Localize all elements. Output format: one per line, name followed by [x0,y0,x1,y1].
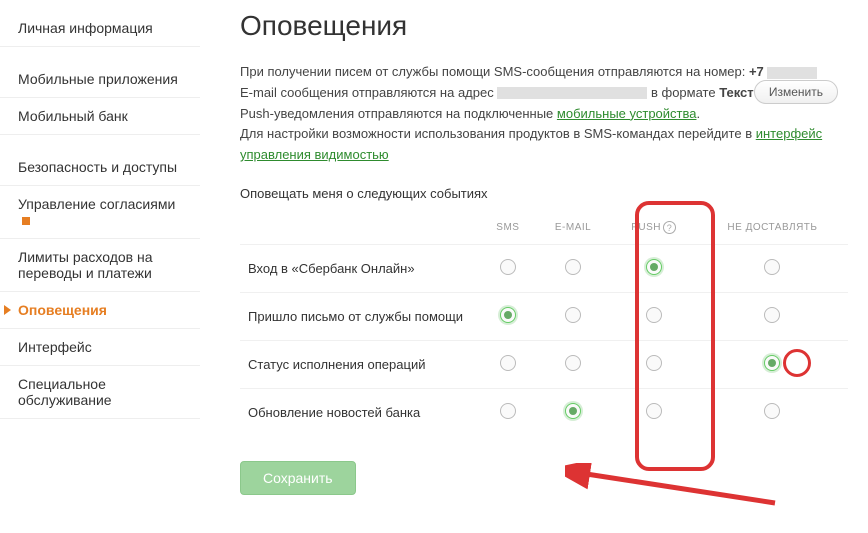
masked-phone [767,67,817,79]
sidebar-label: Управление согласиями [18,196,175,212]
info-text: E-mail сообщения отправляются на адрес [240,85,494,100]
arrow-annotation [565,463,785,513]
table-row: Обновление новостей банка [240,388,848,436]
main-content: Оповещения При получении писем от службы… [200,0,868,515]
row-label: Обновление новостей банка [240,388,480,436]
badge-icon [22,217,30,225]
radio-push[interactable] [646,355,662,371]
sidebar-label: Мобильные приложения [18,71,178,87]
save-button[interactable]: Сохранить [240,461,356,495]
subtitle: Оповещать меня о следующих событиях [240,186,848,201]
sidebar-item-special[interactable]: Специальное обслуживание [0,366,200,419]
sidebar: Личная информация Мобильные приложения М… [0,0,200,515]
row-label: Пришло письмо от службы помощи [240,292,480,340]
phone-prefix: +7 [749,64,764,79]
info-text: в формате [651,85,719,100]
info-text: Push-уведомления отправляются на подключ… [240,106,557,121]
radio-email[interactable] [565,403,581,419]
row-label: Статус исполнения операций [240,340,480,388]
link-mobile-devices[interactable]: мобильные устройства [557,106,697,121]
help-icon[interactable]: ? [663,221,676,234]
info-text: При получении писем от службы помощи SMS… [240,64,749,79]
col-email: E-MAIL [536,211,611,245]
info-text: Для настройки возможности использования … [240,126,756,141]
radio-sms[interactable] [500,355,516,371]
sidebar-label: Оповещения [18,302,107,318]
table-row: Пришло письмо от службы помощи [240,292,848,340]
radio-push[interactable] [646,259,662,275]
table-row: Вход в «Сбербанк Онлайн» [240,244,848,292]
sidebar-label: Личная информация [18,20,153,36]
radio-sms[interactable] [500,259,516,275]
col-push: PUSH? [610,211,697,245]
sidebar-label: Лимиты расходов на переводы и платежи [18,249,153,281]
page-title: Оповещения [240,10,848,42]
row-label: Вход в «Сбербанк Онлайн» [240,244,480,292]
radio-email[interactable] [565,307,581,323]
info-block: При получении писем от службы помощи SMS… [240,62,848,166]
col-event [240,211,480,245]
format-text: Текст [719,85,753,100]
change-button[interactable]: Изменить [754,80,838,104]
sidebar-item-personal[interactable]: Личная информация [0,10,200,47]
notifications-table: SMS E-MAIL PUSH? НЕ ДОСТАВЛЯТЬ Вход в «С… [240,211,848,436]
table-row: Статус исполнения операций [240,340,848,388]
radio-none[interactable] [764,403,780,419]
sidebar-item-limits[interactable]: Лимиты расходов на переводы и платежи [0,239,200,292]
radio-email[interactable] [565,259,581,275]
sidebar-item-consents[interactable]: Управление согласиями [0,186,200,239]
sidebar-item-interface[interactable]: Интерфейс [0,329,200,366]
sidebar-label: Мобильный банк [18,108,128,124]
sidebar-label: Специальное обслуживание [18,376,112,408]
sidebar-item-security[interactable]: Безопасность и доступы [0,149,200,186]
radio-push[interactable] [646,307,662,323]
radio-email[interactable] [565,355,581,371]
radio-none[interactable] [764,307,780,323]
radio-sms[interactable] [500,307,516,323]
sidebar-item-notifications[interactable]: Оповещения [0,292,200,329]
sidebar-item-mobile-apps[interactable]: Мобильные приложения [0,61,200,98]
radio-none[interactable] [764,355,780,371]
masked-email [497,87,647,99]
table-wrap: SMS E-MAIL PUSH? НЕ ДОСТАВЛЯТЬ Вход в «С… [240,211,848,495]
radio-none[interactable] [764,259,780,275]
col-none: НЕ ДОСТАВЛЯТЬ [697,211,848,245]
radio-push[interactable] [646,403,662,419]
sidebar-label: Безопасность и доступы [18,159,177,175]
sidebar-label: Интерфейс [18,339,92,355]
radio-sms[interactable] [500,403,516,419]
col-sms: SMS [480,211,536,245]
sidebar-item-mobile-bank[interactable]: Мобильный банк [0,98,200,135]
